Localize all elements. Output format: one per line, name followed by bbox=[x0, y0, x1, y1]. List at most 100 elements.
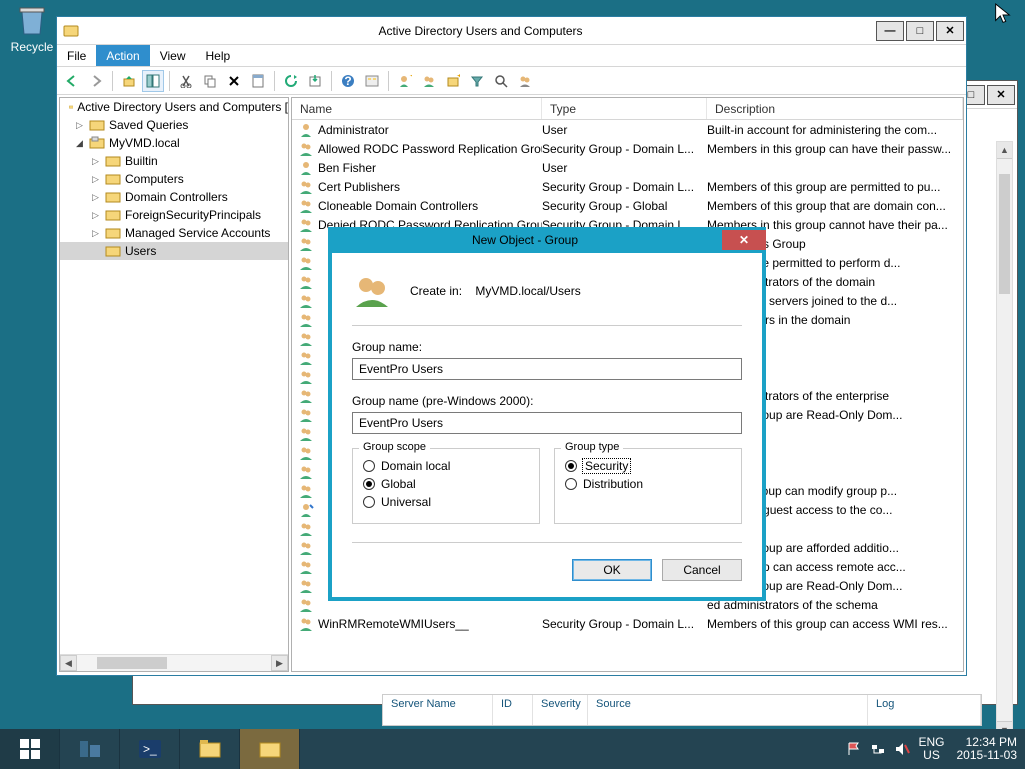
taskbar-powershell[interactable]: >_ bbox=[120, 729, 180, 769]
scope-global[interactable]: Global bbox=[363, 477, 529, 491]
tree-item[interactable]: Builtin bbox=[60, 152, 288, 170]
tb-help[interactable]: ? bbox=[337, 70, 359, 92]
list-row[interactable]: Ben FisherUser bbox=[292, 158, 963, 177]
tree-root[interactable]: Active Directory Users and Computers [ bbox=[60, 98, 288, 116]
type-distribution[interactable]: Distribution bbox=[565, 477, 731, 491]
minimize-button[interactable]: — bbox=[876, 21, 904, 41]
svg-text:✦: ✦ bbox=[456, 74, 460, 83]
tree-item[interactable]: Managed Service Accounts bbox=[60, 224, 288, 242]
network-icon[interactable] bbox=[870, 741, 886, 757]
lw-id[interactable]: ID bbox=[493, 695, 533, 725]
group-name-label: Group name: bbox=[352, 340, 742, 354]
bg-scrollbar[interactable]: ▲ ▼ bbox=[996, 141, 1013, 739]
tree-item[interactable]: Computers bbox=[60, 170, 288, 188]
group-name-input[interactable] bbox=[352, 358, 742, 380]
folder-icon bbox=[105, 244, 121, 258]
app-icon bbox=[63, 23, 79, 39]
group-type-frame: Group type Security Distribution bbox=[554, 448, 742, 524]
taskbar-server-manager[interactable] bbox=[60, 729, 120, 769]
taskbar-aduc[interactable] bbox=[240, 729, 300, 769]
menu-view[interactable]: View bbox=[150, 45, 196, 66]
lw-source[interactable]: Source bbox=[588, 695, 868, 725]
tb-cut[interactable] bbox=[175, 70, 197, 92]
tree-pane[interactable]: Active Directory Users and Computers [ S… bbox=[59, 97, 289, 672]
tb-new-group[interactable] bbox=[418, 70, 440, 92]
cancel-button[interactable]: Cancel bbox=[662, 559, 742, 581]
aduc-root-icon bbox=[69, 100, 73, 114]
tb-filter[interactable] bbox=[466, 70, 488, 92]
tb-refresh[interactable] bbox=[280, 70, 302, 92]
tree-item[interactable]: Users bbox=[60, 242, 288, 260]
lw-severity[interactable]: Severity bbox=[533, 695, 588, 725]
group-scope-frame: Group scope Domain local Global Universa… bbox=[352, 448, 540, 524]
tb-find[interactable] bbox=[490, 70, 512, 92]
col-description[interactable]: Description bbox=[707, 98, 963, 119]
group-name-pre-label: Group name (pre-Windows 2000): bbox=[352, 394, 742, 408]
tb-copy[interactable] bbox=[199, 70, 221, 92]
clock[interactable]: 12:34 PM 2015-11-03 bbox=[957, 736, 1018, 762]
aduc-taskbar-icon bbox=[257, 736, 283, 762]
list-row[interactable]: Allowed RODC Password Replication GroupS… bbox=[292, 139, 963, 158]
folder-icon bbox=[105, 226, 121, 240]
taskbar-explorer[interactable] bbox=[180, 729, 240, 769]
type-security[interactable]: Security bbox=[565, 459, 731, 473]
flag-icon[interactable] bbox=[846, 741, 862, 757]
desktop: Recycle — □ ✕ ▲ ▼ Active Directory Users… bbox=[0, 0, 1025, 769]
tree-domain[interactable]: MyVMD.local bbox=[60, 134, 288, 152]
ok-button[interactable]: OK bbox=[572, 559, 652, 581]
tb-export[interactable] bbox=[304, 70, 326, 92]
menu-help[interactable]: Help bbox=[196, 45, 241, 66]
tree-item[interactable]: Domain Controllers bbox=[60, 188, 288, 206]
menu-action[interactable]: Action bbox=[96, 45, 149, 66]
create-in: Create in: MyVMD.local/Users bbox=[410, 284, 581, 298]
menu-file[interactable]: File bbox=[57, 45, 96, 66]
tb-containers[interactable] bbox=[361, 70, 383, 92]
bg-close-button[interactable]: ✕ bbox=[987, 85, 1015, 105]
domain-icon bbox=[89, 136, 105, 150]
dialog-close-button[interactable]: ✕ bbox=[722, 230, 766, 250]
list-row[interactable]: Cloneable Domain ControllersSecurity Gro… bbox=[292, 196, 963, 215]
tb-add-to-group[interactable] bbox=[514, 70, 536, 92]
tb-up[interactable] bbox=[118, 70, 140, 92]
dialog-titlebar[interactable]: New Object - Group ✕ bbox=[328, 227, 766, 253]
tb-new-ou[interactable]: ✦ bbox=[442, 70, 464, 92]
tb-showhide[interactable] bbox=[142, 70, 164, 92]
windows-logo-icon bbox=[19, 738, 41, 760]
server-manager-icon bbox=[77, 736, 103, 762]
tb-new-user[interactable]: ✦ bbox=[394, 70, 416, 92]
list-row[interactable]: WinRMRemoteWMIUsers__Security Group - Do… bbox=[292, 614, 963, 633]
recycle-bin-icon bbox=[14, 2, 50, 38]
col-name[interactable]: Name bbox=[292, 98, 542, 119]
maximize-button[interactable]: □ bbox=[906, 21, 934, 41]
lw-log[interactable]: Log bbox=[868, 695, 981, 725]
recycle-bin[interactable]: Recycle bbox=[8, 2, 56, 54]
list-row[interactable]: AdministratorUserBuilt-in account for ad… bbox=[292, 120, 963, 139]
svg-text:?: ? bbox=[344, 74, 351, 88]
tb-properties[interactable] bbox=[247, 70, 269, 92]
start-button[interactable] bbox=[0, 729, 60, 769]
list-header[interactable]: Name Type Description bbox=[292, 98, 963, 120]
svg-text:>_: >_ bbox=[143, 742, 157, 756]
tree-saved-queries[interactable]: Saved Queries bbox=[60, 116, 288, 134]
col-type[interactable]: Type bbox=[542, 98, 707, 119]
folder-icon bbox=[105, 154, 121, 168]
language-indicator[interactable]: ENG US bbox=[918, 736, 944, 762]
menubar: File Action View Help bbox=[57, 45, 966, 67]
list-row[interactable]: Cert PublishersSecurity Group - Domain L… bbox=[292, 177, 963, 196]
window-title: Active Directory Users and Computers bbox=[85, 24, 876, 38]
group-name-pre-input[interactable] bbox=[352, 412, 742, 434]
tree-hscrollbar[interactable]: ◀▶ bbox=[60, 654, 288, 671]
titlebar[interactable]: Active Directory Users and Computers — □… bbox=[57, 17, 966, 45]
scope-domain-local[interactable]: Domain local bbox=[363, 459, 529, 473]
tb-back[interactable] bbox=[61, 70, 83, 92]
powershell-icon: >_ bbox=[137, 736, 163, 762]
close-button[interactable]: ✕ bbox=[936, 21, 964, 41]
folder-icon bbox=[105, 190, 121, 204]
tree-item[interactable]: ForeignSecurityPrincipals bbox=[60, 206, 288, 224]
folder-icon bbox=[105, 208, 121, 222]
sound-icon[interactable] bbox=[894, 741, 910, 757]
tb-delete[interactable] bbox=[223, 70, 245, 92]
tb-forward[interactable] bbox=[85, 70, 107, 92]
scope-universal[interactable]: Universal bbox=[363, 495, 529, 509]
lw-server[interactable]: Server Name bbox=[383, 695, 493, 725]
